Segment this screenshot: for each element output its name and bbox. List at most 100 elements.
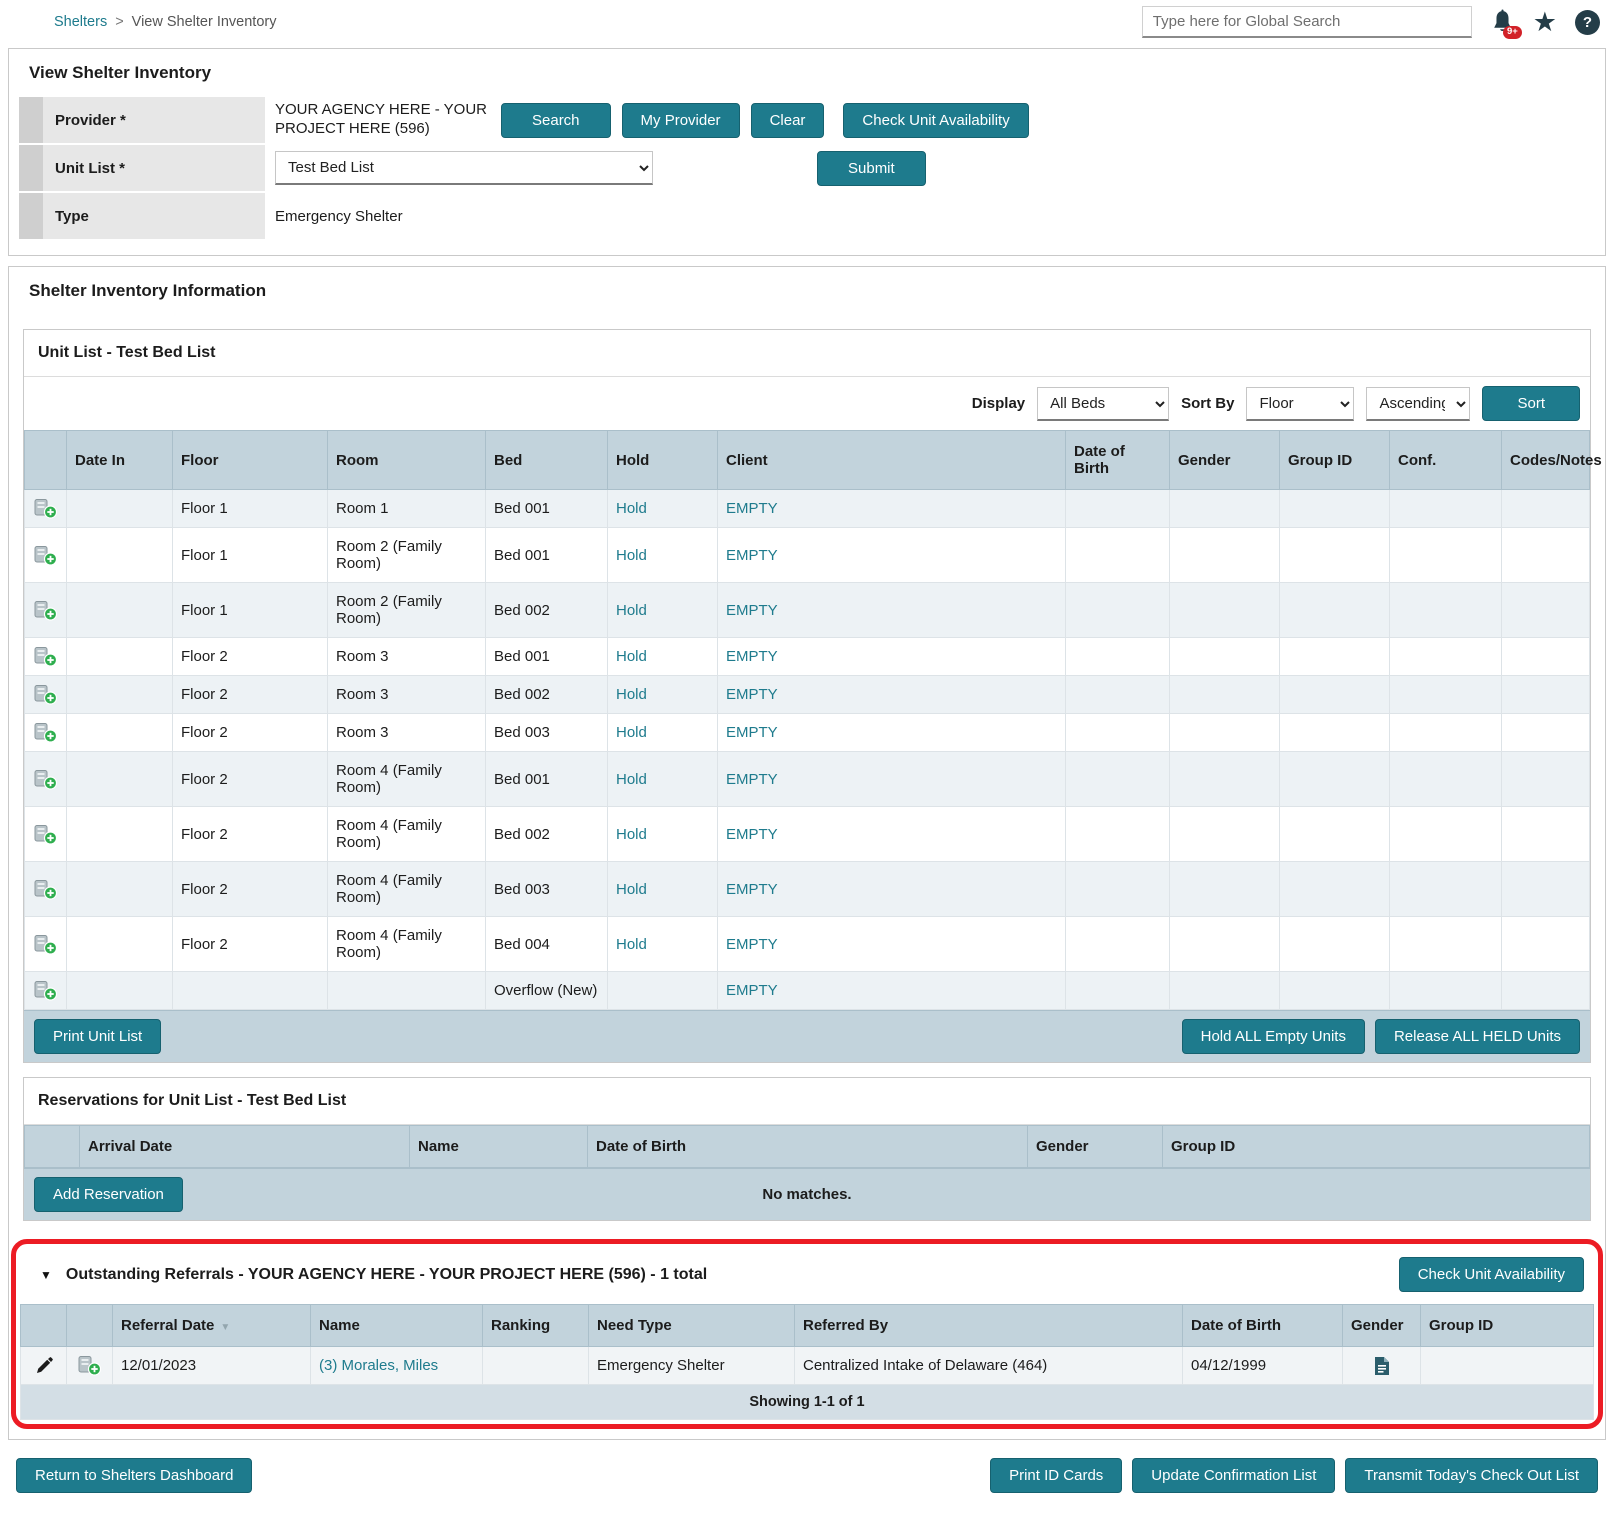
unit-floor: Floor 2 (172, 806, 328, 862)
client-link[interactable]: EMPTY (726, 724, 778, 741)
document-icon[interactable] (1345, 1356, 1418, 1376)
release-all-held-units-button[interactable]: Release ALL HELD Units (1374, 1019, 1580, 1054)
client-link[interactable]: EMPTY (726, 771, 778, 788)
showing-count-text: Showing 1-1 of 1 (20, 1385, 1594, 1420)
edit-pencil-icon[interactable] (23, 1356, 64, 1375)
no-matches-text: No matches. (762, 1186, 852, 1203)
add-reservation-button[interactable]: Add Reservation (34, 1177, 183, 1212)
check-unit-availability-button[interactable]: Check Unit Availability (843, 102, 1029, 138)
sort-order-select[interactable]: Ascending (1366, 386, 1471, 421)
unit-conf (1389, 582, 1502, 638)
unit-room: Room 4 (Family Room) (327, 861, 486, 917)
check-in-icon[interactable] (69, 1355, 110, 1376)
unit-group-id (1279, 806, 1390, 862)
hold-link[interactable]: Hold (616, 500, 647, 517)
unit-conf (1389, 675, 1502, 714)
sort-field-select[interactable]: Floor (1246, 386, 1355, 421)
type-row: Type Emergency Shelter (19, 193, 1595, 241)
unit-group-id (1279, 527, 1390, 583)
unit-list-select[interactable]: Test Bed List (275, 151, 653, 185)
breadcrumb: Shelters > View Shelter Inventory (14, 14, 276, 30)
client-link[interactable]: EMPTY (726, 686, 778, 703)
hold-link[interactable]: Hold (616, 724, 647, 741)
unit-date-in (66, 675, 173, 714)
hold-link[interactable]: Hold (616, 686, 647, 703)
client-link[interactable]: EMPTY (726, 500, 778, 517)
clear-button[interactable]: Clear (750, 102, 825, 138)
transmit-todays-check-out-list-button[interactable]: Transmit Today's Check Out List (1345, 1458, 1598, 1493)
col-dob: Date of Birth (1065, 430, 1170, 490)
client-link[interactable]: EMPTY (726, 547, 778, 564)
referral-dob: 04/12/1999 (1182, 1346, 1343, 1385)
hold-link[interactable]: Hold (616, 602, 647, 619)
help-icon[interactable]: ? (1575, 9, 1600, 35)
hold-link[interactable]: Hold (616, 771, 647, 788)
search-button[interactable]: Search (501, 102, 611, 138)
check-in-icon[interactable] (27, 722, 64, 743)
client-link[interactable]: EMPTY (726, 982, 778, 999)
client-link[interactable]: EMPTY (726, 648, 778, 665)
unit-bed: Overflow (New) (485, 971, 608, 1010)
check-in-icon[interactable] (27, 879, 64, 900)
sort-button[interactable]: Sort (1482, 386, 1580, 421)
col-group-id: Group ID (1279, 430, 1390, 490)
client-link[interactable]: EMPTY (726, 881, 778, 898)
unit-gender (1169, 527, 1280, 583)
display-select[interactable]: All Beds (1037, 386, 1170, 421)
hold-link[interactable]: Hold (616, 648, 647, 665)
check-in-icon[interactable] (27, 934, 64, 955)
unit-floor: Floor 2 (172, 861, 328, 917)
hold-all-empty-units-button[interactable]: Hold ALL Empty Units (1181, 1019, 1365, 1054)
check-in-icon[interactable] (27, 498, 64, 519)
check-in-icon[interactable] (27, 646, 64, 667)
return-to-shelters-dashboard-button[interactable]: Return to Shelters Dashboard (16, 1458, 253, 1493)
unit-dob (1065, 971, 1170, 1010)
check-in-icon[interactable] (27, 980, 64, 1001)
top-bar: Shelters > View Shelter Inventory 9+ ★ ? (0, 0, 1614, 44)
print-id-cards-button[interactable]: Print ID Cards (990, 1458, 1123, 1493)
unit-group-id (1279, 582, 1390, 638)
col-name: Name (409, 1125, 588, 1168)
unit-group-id (1279, 713, 1390, 752)
global-search-input[interactable] (1141, 6, 1472, 38)
col-codes-notes: Codes/Notes (1501, 430, 1602, 490)
my-provider-button[interactable]: My Provider (621, 102, 740, 138)
unit-date-in (66, 806, 173, 862)
notifications-bell-icon[interactable]: 9+ (1490, 9, 1522, 39)
type-label: Type (43, 193, 265, 239)
unit-row: Floor 1 Room 2 (Family Room) Bed 002 Hol… (24, 582, 1590, 638)
check-unit-availability-button-referrals[interactable]: Check Unit Availability (1398, 1257, 1584, 1292)
unit-codes-notes (1501, 637, 1590, 676)
hold-link[interactable]: Hold (616, 547, 647, 564)
unit-date-in (66, 971, 173, 1010)
update-confirmation-list-button[interactable]: Update Confirmation List (1132, 1458, 1336, 1493)
unit-date-in (66, 489, 173, 528)
breadcrumb-shelters-link[interactable]: Shelters (54, 14, 107, 30)
hold-link[interactable]: Hold (616, 881, 647, 898)
check-in-icon[interactable] (27, 824, 64, 845)
favorites-star-icon[interactable]: ★ (1533, 8, 1557, 36)
unit-row: Floor 2 Room 4 (Family Room) Bed 001 Hol… (24, 751, 1590, 807)
print-unit-list-button[interactable]: Print Unit List (34, 1019, 162, 1054)
hold-link[interactable]: Hold (616, 936, 647, 953)
referral-client-link[interactable]: (3) Morales, Miles (319, 1357, 438, 1374)
client-link[interactable]: EMPTY (726, 826, 778, 843)
check-in-icon[interactable] (27, 545, 64, 566)
provider-value: YOUR AGENCY HERE - YOUR PROJECT HERE (59… (275, 101, 487, 137)
unit-gender (1169, 916, 1280, 972)
referral-referred-by: Centralized Intake of Delaware (464) (794, 1346, 1183, 1385)
referrals-table-body: 12/01/2023 (3) Morales, Miles Emergency … (20, 1346, 1594, 1385)
client-link[interactable]: EMPTY (726, 602, 778, 619)
client-link[interactable]: EMPTY (726, 936, 778, 953)
submit-button[interactable]: Submit (817, 150, 926, 186)
col-referral-date[interactable]: Referral Date ▼ (112, 1304, 311, 1347)
check-in-icon[interactable] (27, 769, 64, 790)
collapse-caret-icon[interactable]: ▼ (40, 1268, 52, 1282)
unit-room: Room 1 (327, 489, 486, 528)
col-hold: Hold (607, 430, 718, 490)
unit-dob (1065, 861, 1170, 917)
hold-link[interactable]: Hold (616, 826, 647, 843)
check-in-icon[interactable] (27, 600, 64, 621)
check-in-icon[interactable] (27, 684, 64, 705)
unit-conf (1389, 713, 1502, 752)
